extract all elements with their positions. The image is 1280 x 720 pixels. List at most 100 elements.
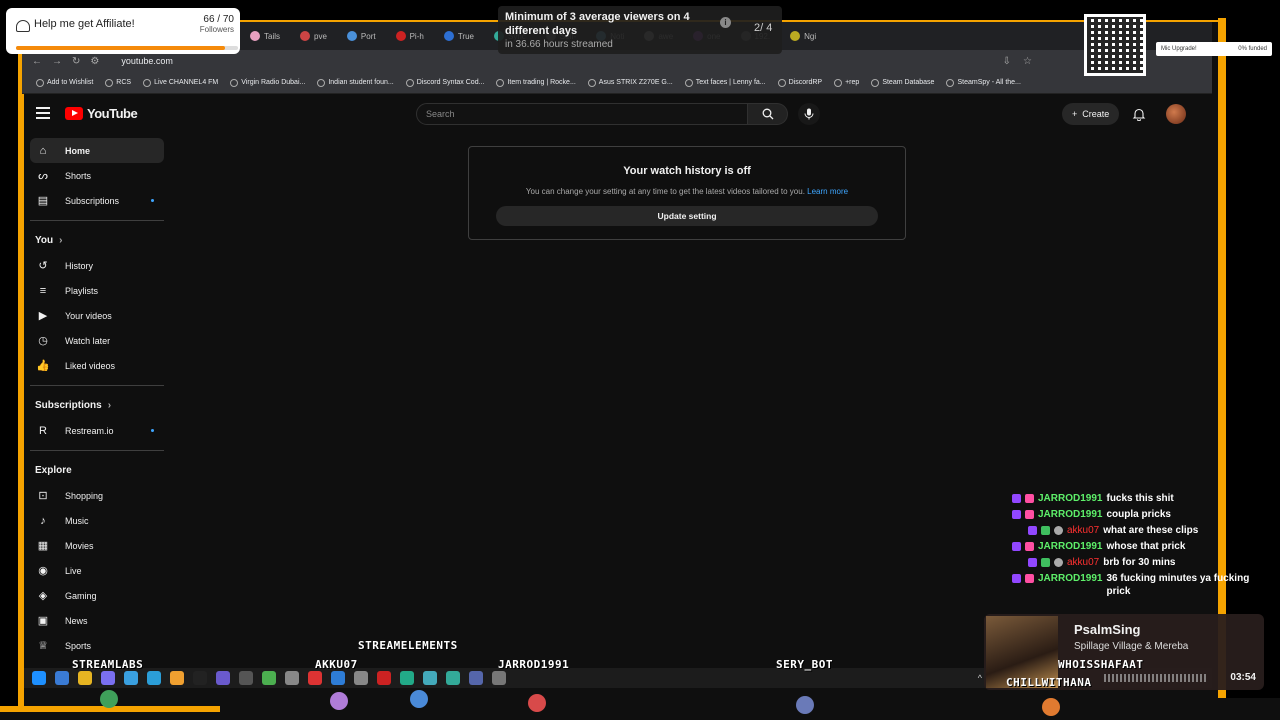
bookmark-item[interactable]: Indian student foun...: [317, 78, 394, 87]
app-icon[interactable]: [193, 671, 207, 685]
app-icon[interactable]: [285, 671, 299, 685]
explorer-icon[interactable]: [55, 671, 69, 685]
app-icon[interactable]: [377, 671, 391, 685]
bookmark-item[interactable]: +rep: [834, 78, 859, 87]
search-input[interactable]: Search: [416, 103, 748, 125]
sidebar-item-gaming[interactable]: ◈ Gaming: [30, 583, 164, 608]
sidebar-item-sports[interactable]: ♕ Sports: [30, 633, 164, 658]
search-button[interactable]: [748, 103, 788, 125]
browser-tab[interactable]: Ngi: [782, 25, 824, 47]
chrome-icon[interactable]: [331, 671, 345, 685]
chat-badge-icon: [1054, 558, 1063, 567]
update-setting-button[interactable]: Update setting: [496, 206, 878, 226]
tray-chevron-icon[interactable]: ^: [978, 673, 982, 683]
terminal-icon[interactable]: [262, 671, 276, 685]
app-icon[interactable]: [239, 671, 253, 685]
bookmark-item[interactable]: Live CHANNEL4 FM: [143, 78, 218, 87]
browser-tab[interactable]: pve: [292, 25, 335, 47]
globe-icon: [317, 78, 326, 87]
browser-tab[interactable]: Port: [339, 25, 384, 47]
acrobat-icon[interactable]: [308, 671, 322, 685]
bookmark-item[interactable]: Asus STRIX Z270E G...: [587, 78, 673, 87]
sidebar-item-home[interactable]: ⌂ Home: [30, 138, 164, 163]
windows-start-icon[interactable]: [32, 671, 46, 685]
app-icon[interactable]: [469, 671, 483, 685]
explore-section-label: Explore: [35, 465, 72, 476]
bookmark-item[interactable]: DiscordRP: [777, 78, 822, 87]
gaming-icon: ◈: [38, 590, 48, 602]
subscriptions-section[interactable]: Subscriptions ›: [30, 393, 164, 418]
sidebar-divider: [30, 220, 164, 221]
bookmark-item[interactable]: SteamSpy - All the...: [946, 78, 1021, 87]
bookmark-label: Text faces | Lenny fa...: [695, 79, 766, 86]
bookmark-item[interactable]: RCS: [105, 78, 131, 87]
sidebar-item-your-videos[interactable]: ▶ Your videos: [30, 303, 164, 328]
notifications-bell-icon[interactable]: [1132, 107, 1146, 121]
bookmark-item[interactable]: Item trading | Rocke...: [496, 78, 576, 87]
firefox-icon[interactable]: [170, 671, 184, 685]
chat-badge-icon: [1012, 510, 1021, 519]
sidebar-item-watch-later[interactable]: ◷ Watch later: [30, 328, 164, 353]
sidebar-item-playlists[interactable]: ≡ Playlists: [30, 278, 164, 303]
bookmark-item[interactable]: Text faces | Lenny fa...: [684, 78, 766, 87]
you-section[interactable]: You ›: [30, 228, 164, 253]
install-icon[interactable]: ⇩: [1003, 56, 1011, 67]
back-icon[interactable]: ←: [32, 56, 42, 67]
explore-section[interactable]: Explore: [30, 458, 164, 483]
url-text[interactable]: youtube.com: [121, 56, 173, 66]
chat-message: JARROD1991 whose that prick: [1012, 540, 1272, 553]
sidebar-item-label: Movies: [65, 540, 94, 551]
obs-icon[interactable]: [216, 671, 230, 685]
sidebar-item-live[interactable]: ◉ Live: [30, 558, 164, 583]
song-time: 03:54: [1230, 672, 1256, 683]
app-icon[interactable]: [446, 671, 460, 685]
sidebar-item-restream-io[interactable]: R Restream.io: [30, 418, 164, 443]
discord-icon[interactable]: [101, 671, 115, 685]
steam-icon[interactable]: [124, 671, 138, 685]
tab-favicon-icon: [443, 31, 454, 41]
goal-widget: Minimum of 3 average viewers on 4 differ…: [498, 6, 782, 54]
globe-icon: [684, 78, 693, 87]
affiliate-goal-widget: Help me get Affiliate! 66 / 70 Followers: [6, 8, 240, 54]
youtube-logo[interactable]: YouTube: [65, 106, 138, 121]
browser-tab[interactable]: True: [436, 25, 482, 47]
sidebar-item-subscriptions[interactable]: ▤ Subscriptions: [30, 188, 164, 213]
bookmark-item[interactable]: Virgin Radio Dubai...: [230, 78, 305, 87]
reload-icon[interactable]: ↻: [72, 56, 80, 67]
bookmark-item[interactable]: Steam Database: [871, 78, 934, 87]
app-icon[interactable]: [492, 671, 506, 685]
browser-tab[interactable]: Tails: [242, 25, 288, 47]
forward-icon[interactable]: →: [52, 56, 62, 67]
bookmark-item[interactable]: Discord Syntax Cod...: [405, 78, 484, 87]
sidebar-item-history[interactable]: ↺ History: [30, 253, 164, 278]
sidebar-item-shopping[interactable]: ⊡ Shopping: [30, 483, 164, 508]
sidebar-item-shorts[interactable]: ᔕ Shorts: [30, 163, 164, 188]
sidebar-item-liked-videos[interactable]: 👍 Liked videos: [30, 353, 164, 378]
folder-icon[interactable]: [78, 671, 92, 685]
site-info-icon[interactable]: ⚙: [90, 56, 99, 67]
search-placeholder: Search: [426, 109, 455, 119]
sidebar: ⌂ Home ᔕ Shorts ▤ Subscriptions You › ↺ History ≡ P…: [30, 138, 164, 658]
chat-username: JARROD1991: [1038, 509, 1103, 520]
history-card-title: Your watch history is off: [623, 165, 751, 177]
avatar[interactable]: [1166, 104, 1186, 124]
sidebar-item-news[interactable]: ▣ News: [30, 608, 164, 633]
edge-icon[interactable]: [147, 671, 161, 685]
chat-text: whose that prick: [1106, 541, 1186, 552]
bookmark-item[interactable]: Add to Wishlist: [36, 78, 93, 87]
sidebar-item-movies[interactable]: ▦ Movies: [30, 533, 164, 558]
star-icon[interactable]: ☆: [1023, 56, 1032, 67]
bookmark-label: Indian student foun...: [328, 79, 394, 86]
browser-tab[interactable]: Pi-h: [388, 25, 432, 47]
menu-icon[interactable]: [36, 107, 50, 119]
learn-more-link[interactable]: Learn more: [807, 187, 848, 196]
sidebar-item-music[interactable]: ♪ Music: [30, 508, 164, 533]
app-icon[interactable]: [400, 671, 414, 685]
chat-message: akku07 what are these clips: [1012, 524, 1272, 537]
tab-favicon-icon: [300, 31, 311, 41]
app-icon[interactable]: [423, 671, 437, 685]
create-button[interactable]: + Create: [1062, 103, 1120, 125]
voice-search-button[interactable]: [798, 103, 820, 125]
goal-progress: 2/ 4: [754, 22, 773, 34]
app-icon[interactable]: [354, 671, 368, 685]
